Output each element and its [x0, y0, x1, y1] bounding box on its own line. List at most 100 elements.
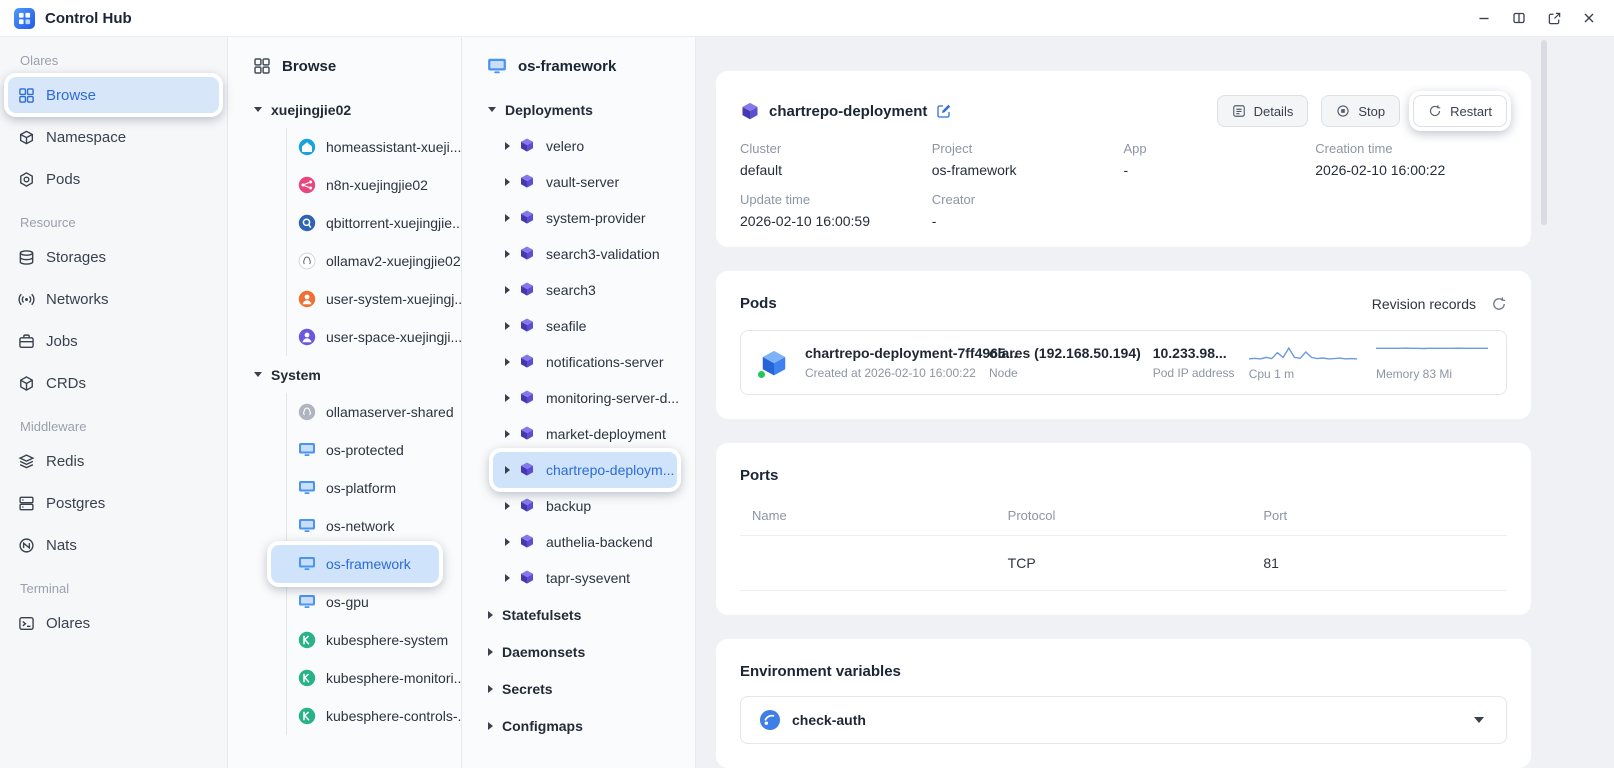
sidebar-item-terminal-olares[interactable]: Olares: [8, 605, 219, 641]
dep-item-notifications-server[interactable]: notifications-server: [493, 344, 677, 380]
deployment-title: chartrepo-deployment: [769, 103, 927, 120]
dep-item-label: authelia-backend: [546, 534, 653, 550]
kubesphere-icon: [298, 631, 316, 649]
sidebar-item-postgres[interactable]: Postgres: [8, 485, 219, 521]
sidebar-item-nats[interactable]: Nats: [8, 527, 219, 563]
tree-group-xuejingjie02[interactable]: xuejingjie02: [228, 91, 461, 128]
tree-item-label: os-framework: [326, 556, 411, 572]
dep-item-tapr-sysevent[interactable]: tapr-sysevent: [493, 560, 677, 596]
dep-item-market-deployment[interactable]: market-deployment: [493, 416, 677, 452]
main-content: chartrepo-deployment Details Stop: [696, 37, 1614, 768]
dep-item-velero[interactable]: velero: [493, 128, 677, 164]
dep-item-authelia-backend[interactable]: authelia-backend: [493, 524, 677, 560]
field-value: os-framework: [932, 162, 1124, 178]
ports-column-protocol: Protocol: [996, 498, 1252, 536]
ollama-icon: [298, 252, 316, 270]
dep-item-vault-server[interactable]: vault-server: [493, 164, 677, 200]
dep-item-label: system-provider: [546, 210, 646, 226]
tree-item-os-protected[interactable]: os-protected: [287, 431, 461, 469]
stop-button[interactable]: Stop: [1321, 95, 1400, 127]
sidebar-item-storages[interactable]: Storages: [8, 239, 219, 275]
sidebar-item-networks[interactable]: Networks: [8, 281, 219, 317]
refresh-icon[interactable]: [1491, 296, 1507, 312]
pod-created-time: Created at 2026-02-10 16:00:22: [805, 366, 980, 380]
close-icon[interactable]: [1580, 9, 1598, 27]
dep-item-search3[interactable]: search3: [493, 272, 677, 308]
sidebar-item-browse[interactable]: Browse: [8, 77, 219, 113]
sidebar-item-pods[interactable]: Pods: [8, 161, 219, 197]
sidebar-item-label: Postgres: [46, 495, 105, 512]
tree-group-label: Statefulsets: [502, 607, 581, 623]
tree-group-statefulsets[interactable]: Statefulsets: [462, 596, 695, 633]
tree-item-qbittorrent[interactable]: qbittorrent-xuejingjie...: [287, 204, 461, 242]
deployment-info-grid: Clusterdefault Projectos-framework App- …: [740, 141, 1507, 229]
tree-item-label: kubesphere-system: [326, 632, 448, 648]
tree-group-deployments[interactable]: Deployments: [462, 91, 695, 128]
tree-item-os-platform[interactable]: os-platform: [287, 469, 461, 507]
tree-item-kubesphere-controls[interactable]: kubesphere-controls-...: [287, 697, 461, 735]
tree-item-os-framework[interactable]: os-framework: [271, 545, 439, 583]
os-monitor-icon: [298, 441, 316, 459]
dep-item-label: market-deployment: [546, 426, 666, 442]
restart-icon: [1428, 104, 1442, 118]
dep-item-system-provider[interactable]: system-provider: [493, 200, 677, 236]
tree-item-kubesphere-monitoring[interactable]: kubesphere-monitori...: [287, 659, 461, 697]
tree-item-user-system[interactable]: user-system-xuejingj...: [287, 280, 461, 318]
dep-item-search3-validation[interactable]: search3-validation: [493, 236, 677, 272]
ports-title: Ports: [740, 467, 1507, 484]
revision-records-link[interactable]: Revision records: [1372, 296, 1476, 312]
field-label: Update time: [740, 192, 932, 207]
details-button[interactable]: Details: [1217, 95, 1309, 127]
dep-item-seafile[interactable]: seafile: [493, 308, 677, 344]
tree-group-daemonsets[interactable]: Daemonsets: [462, 633, 695, 670]
env-item-check-auth[interactable]: check-auth: [740, 696, 1507, 744]
maximize-icon[interactable]: [1510, 9, 1528, 27]
deployment-cube-icon: [519, 461, 537, 479]
sidebar-section-middleware: Middleware: [20, 419, 219, 434]
dep-item-monitoring-server[interactable]: monitoring-server-d...: [493, 380, 677, 416]
nats-icon: [18, 537, 35, 554]
tree-group-label: System: [271, 367, 321, 383]
scrollbar[interactable]: [1541, 40, 1547, 225]
tree-item-os-network[interactable]: os-network: [287, 507, 461, 545]
deployment-cube-icon: [519, 317, 537, 335]
chevron-right-icon: [488, 611, 493, 619]
tree-item-ollamav2[interactable]: ollamav2-xuejingjie02: [287, 242, 461, 280]
restart-button[interactable]: Restart: [1413, 95, 1507, 127]
tree-item-n8n[interactable]: n8n-xuejingjie02: [287, 166, 461, 204]
edit-icon[interactable]: [936, 103, 952, 119]
tree-item-ollamaserver-shared[interactable]: ollamaserver-shared: [287, 393, 461, 431]
dep-item-chartrepo-deployment[interactable]: chartrepo-deploym...: [493, 452, 677, 488]
tree-item-user-space[interactable]: user-space-xuejingji...: [287, 318, 461, 356]
pod-node-label: Node: [989, 366, 1144, 380]
browse-panel-icon: [253, 57, 271, 75]
tree-group-secrets[interactable]: Secrets: [462, 670, 695, 707]
field-label: App: [1124, 141, 1316, 156]
sidebar-section-terminal: Terminal: [20, 581, 219, 596]
tree-item-kubesphere-system[interactable]: kubesphere-system: [287, 621, 461, 659]
sidebar-item-redis[interactable]: Redis: [8, 443, 219, 479]
env-title: Environment variables: [740, 663, 1507, 680]
pod-row[interactable]: chartrepo-deployment-7ff4965... Created …: [740, 330, 1507, 395]
dep-item-label: tapr-sysevent: [546, 570, 630, 586]
tree-item-homeassistant[interactable]: homeassistant-xueji...: [287, 128, 461, 166]
field-value: default: [740, 162, 932, 178]
tree-group-configmaps[interactable]: Configmaps: [462, 707, 695, 744]
pod-running-status-dot: [757, 370, 766, 379]
dep-item-backup[interactable]: backup: [493, 488, 677, 524]
chevron-right-icon: [505, 466, 510, 474]
open-external-icon[interactable]: [1545, 9, 1563, 27]
sidebar-item-crds[interactable]: CRDs: [8, 365, 219, 401]
tree-group-system[interactable]: System: [228, 356, 461, 393]
sidebar-item-jobs[interactable]: Jobs: [8, 323, 219, 359]
ports-column-port: Port: [1251, 498, 1507, 536]
chevron-down-icon[interactable]: [1474, 717, 1484, 723]
minimize-icon[interactable]: [1475, 9, 1493, 27]
deployment-cube-icon: [519, 137, 537, 155]
tree-item-os-gpu[interactable]: os-gpu: [287, 583, 461, 621]
dep-item-label: search3: [546, 282, 596, 298]
sidebar-item-label: Olares: [46, 615, 90, 632]
chevron-right-icon: [488, 685, 493, 693]
tree-item-label: ollamaserver-shared: [326, 404, 454, 420]
sidebar-item-namespace[interactable]: Namespace: [8, 119, 219, 155]
